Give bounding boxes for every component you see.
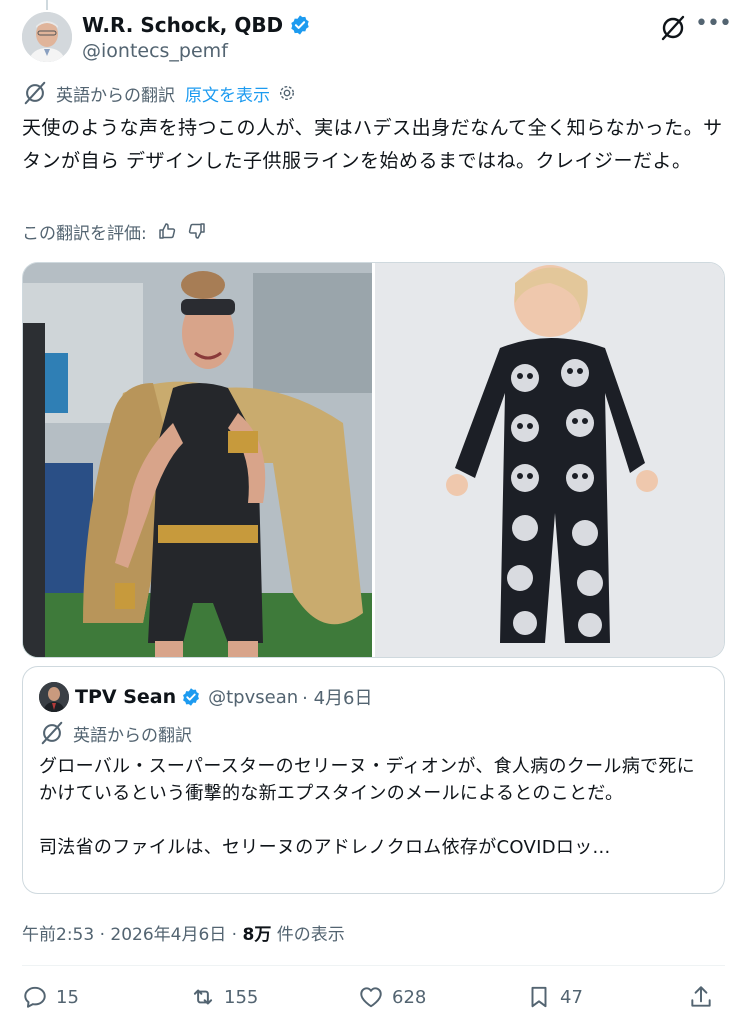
repost-count: 155	[224, 986, 259, 1008]
quoted-translation-label: 英語からの翻訳	[73, 725, 192, 746]
bookmark-button[interactable]: 47	[526, 984, 583, 1010]
author-name[interactable]: W.R. Schock, QBD	[82, 13, 283, 37]
more-options-icon[interactable]: •••	[695, 13, 732, 42]
thread-line	[46, 0, 48, 10]
heart-icon	[360, 987, 382, 1008]
quoted-post[interactable]: TPV Sean @tpvsean · 4月6日 英語からの翻訳 グローバル・ス…	[22, 666, 725, 894]
divider	[22, 965, 725, 966]
rate-translation-row: この翻訳を評価:	[22, 218, 207, 244]
quoted-author-avatar[interactable]	[39, 682, 69, 712]
views-count: 8万	[242, 925, 272, 945]
verified-badge-icon	[291, 15, 309, 35]
grok-translate-icon	[41, 721, 63, 745]
bookmark-icon	[531, 986, 547, 1008]
translation-label: 英語からの翻訳	[56, 85, 175, 106]
show-original-link[interactable]: 原文を表示	[185, 81, 270, 106]
thumbs-down-icon[interactable]	[187, 221, 207, 241]
grok-translate-icon	[24, 81, 46, 105]
bookmark-count: 47	[560, 986, 583, 1008]
post-header: W.R. Schock, QBD @iontecs_pemf •••	[22, 10, 732, 64]
quoted-translation-row: 英語からの翻訳	[39, 719, 192, 747]
quoted-post-text: グローバル・スーパースターのセリーヌ・ディオンが、食人病のクール病で死にかけてい…	[39, 753, 709, 861]
reply-icon	[24, 986, 46, 1008]
verified-badge-icon	[183, 688, 200, 706]
repost-icon	[193, 989, 213, 1005]
translation-row: 英語からの翻訳 原文を表示	[22, 80, 296, 106]
baby-photo[interactable]	[375, 263, 724, 657]
quoted-author-handle[interactable]: @tpvsean	[208, 687, 298, 708]
like-button[interactable]: 628	[358, 984, 426, 1010]
post-text: 天使のような声を持つこの人が、実はハデス出身だなんて全く知らなかった。サタンが自…	[22, 117, 723, 172]
rate-translation-label: この翻訳を評価:	[22, 223, 147, 244]
singer-photo[interactable]	[23, 263, 372, 657]
thumbs-up-icon[interactable]	[157, 221, 177, 241]
repost-button[interactable]: 155	[190, 984, 258, 1010]
quoted-post-header: TPV Sean @tpvsean · 4月6日	[39, 682, 373, 712]
quoted-paragraph-2: 司法省のファイルは、セリーヌのアドレノクロム依存がCOVIDロッ...	[39, 837, 611, 858]
media-grid	[22, 262, 725, 658]
post-timestamp[interactable]: 午前2:53 · 2026年4月6日 ·	[22, 920, 243, 945]
action-bar: 15 155 628 47	[22, 980, 725, 1020]
share-button[interactable]	[688, 984, 722, 1010]
reply-count: 15	[56, 986, 79, 1008]
views-label: 件の表示	[271, 925, 345, 945]
like-count: 628	[392, 986, 427, 1008]
post-meta: 午前2:53 · 2026年4月6日 · 8万 件の表示	[22, 920, 345, 945]
quoted-paragraph-1: グローバル・スーパースターのセリーヌ・ディオンが、食人病のクール病で死にかけてい…	[39, 756, 695, 804]
grok-icon[interactable]	[659, 14, 687, 42]
quoted-post-date[interactable]: · 4月6日	[302, 684, 372, 710]
gear-icon[interactable]	[278, 84, 296, 102]
reply-button[interactable]: 15	[22, 984, 79, 1010]
share-icon	[691, 986, 711, 1007]
author-avatar[interactable]	[22, 12, 72, 62]
quoted-author-name[interactable]: TPV Sean	[75, 686, 176, 708]
author-handle[interactable]: @iontecs_pemf	[82, 40, 228, 62]
